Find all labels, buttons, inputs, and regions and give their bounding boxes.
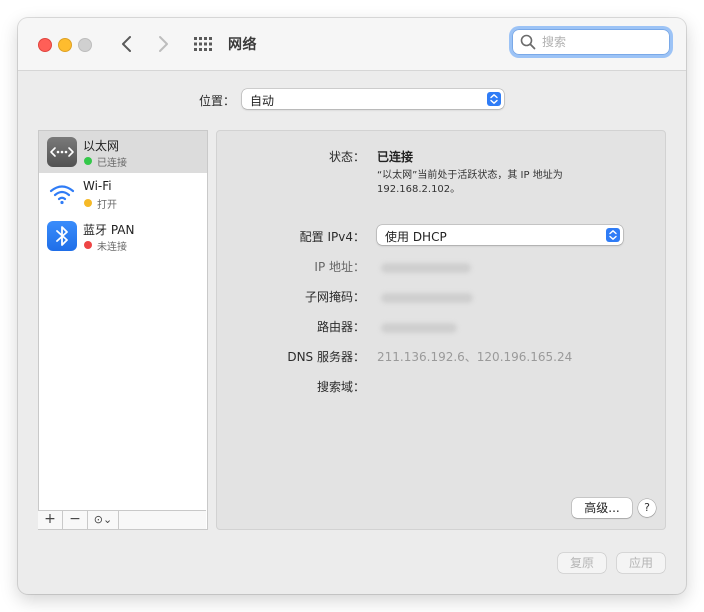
- location-popup[interactable]: 自动: [242, 89, 504, 109]
- bluetooth-icon: [47, 221, 77, 251]
- config-ipv4-value: 使用 DHCP: [385, 230, 447, 244]
- service-status: 未连接: [97, 242, 127, 253]
- status-dot: [84, 157, 92, 165]
- service-name: Wi-Fi: [83, 179, 112, 193]
- zoom-button[interactable]: [78, 38, 92, 52]
- add-service-button[interactable]: +: [38, 511, 63, 529]
- apply-button[interactable]: 应用: [617, 553, 665, 573]
- service-item-ethernet[interactable]: 以太网 已连接: [39, 131, 207, 173]
- config-ipv4-label: 配置 IPv4：: [299, 230, 365, 244]
- window-title: 网络: [228, 37, 257, 53]
- service-name: 以太网: [83, 139, 120, 153]
- location-value: 自动: [250, 94, 275, 108]
- status-value: 已连接: [377, 150, 414, 164]
- service-item-wifi[interactable]: Wi-Fi 打开: [39, 173, 207, 215]
- popup-arrows-icon: [487, 92, 501, 106]
- status-dot: [84, 199, 92, 207]
- chevron-right-icon: [159, 36, 168, 52]
- location-label: 位置：: [199, 94, 236, 108]
- wifi-icon: [47, 179, 77, 209]
- remove-service-button[interactable]: −: [63, 511, 88, 529]
- service-item-bluetooth-pan[interactable]: 蓝牙 PAN 未连接: [39, 215, 207, 257]
- config-ipv4-popup[interactable]: 使用 DHCP: [377, 225, 623, 245]
- detail-panel: 状态： 已连接 “以太网”当前处于活跃状态，其 IP 地址为 192.168.2…: [216, 130, 666, 530]
- search-domain-label: 搜索域：: [316, 380, 365, 394]
- dns-server-label: DNS 服务器：: [287, 350, 365, 364]
- show-all-button[interactable]: [194, 36, 212, 52]
- ip-address-label: IP 地址：: [314, 260, 365, 274]
- advanced-button[interactable]: 高级...: [572, 498, 632, 518]
- close-button[interactable]: [38, 38, 52, 52]
- router-label: 路由器：: [316, 320, 365, 334]
- service-status: 打开: [97, 200, 117, 211]
- subnet-mask-value-blurred: [381, 293, 473, 303]
- title-bar: 网络: [18, 18, 686, 71]
- popup-arrows-icon: [606, 228, 620, 242]
- status-label: 状态：: [328, 150, 365, 164]
- forward-button[interactable]: [154, 33, 172, 55]
- search-icon: [520, 34, 536, 50]
- status-description: “以太网”当前处于活跃状态，其 IP 地址为 192.168.2.102。: [377, 170, 563, 195]
- ip-address-value-blurred: [381, 263, 471, 273]
- service-name: 蓝牙 PAN: [83, 223, 135, 237]
- back-button[interactable]: [118, 33, 136, 55]
- revert-button[interactable]: 复原: [558, 553, 606, 573]
- minimize-button[interactable]: [58, 38, 72, 52]
- help-button[interactable]: ?: [638, 499, 656, 517]
- network-window: 网络 位置： 自动 以太网 已连接: [18, 18, 686, 594]
- router-value-blurred: [381, 323, 457, 333]
- chevron-left-icon: [122, 36, 131, 52]
- ethernet-icon: [47, 137, 77, 167]
- subnet-mask-label: 子网掩码：: [304, 290, 365, 304]
- dns-server-value: 211.136.192.6、120.196.165.24: [377, 350, 573, 364]
- status-dot: [84, 241, 92, 249]
- service-list: 以太网 已连接 Wi-Fi 打开 蓝牙 PAN 未连接: [38, 130, 208, 530]
- grid-icon: [194, 37, 212, 51]
- service-status: 已连接: [97, 158, 127, 169]
- service-list-toolbar: + − ⊙⌄: [38, 510, 206, 529]
- search-input[interactable]: [542, 33, 662, 51]
- action-menu-button[interactable]: ⊙⌄: [88, 511, 119, 529]
- search-field[interactable]: [512, 29, 670, 55]
